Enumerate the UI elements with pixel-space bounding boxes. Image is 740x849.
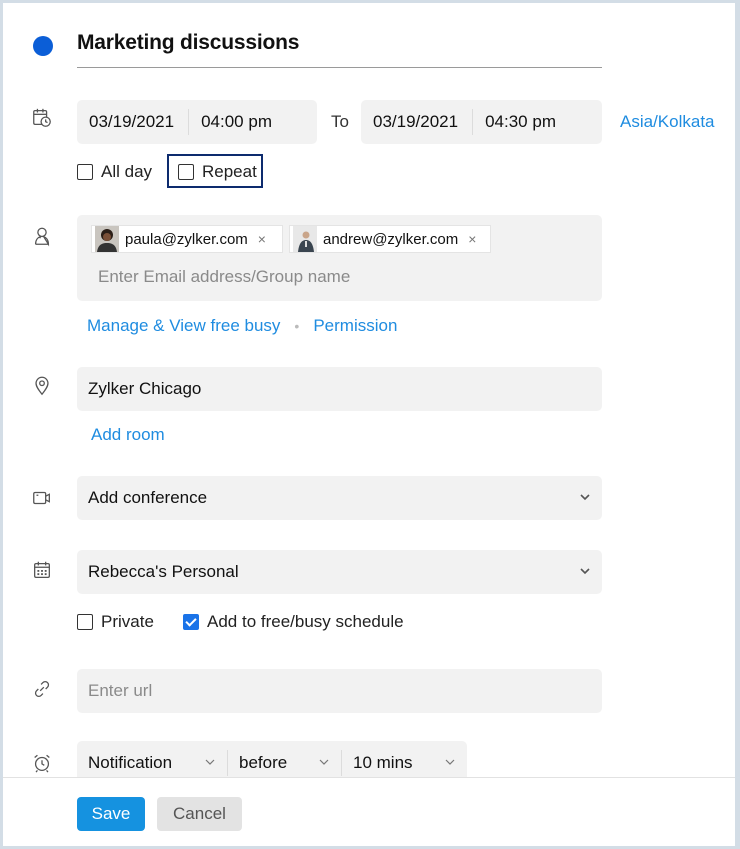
calendar-icon (31, 559, 55, 583)
end-date-input[interactable]: 03/19/2021 (361, 112, 472, 132)
reminder-type-value: Notification (88, 753, 173, 772)
conference-select[interactable]: Add conference (77, 476, 602, 520)
save-button[interactable]: Save (77, 797, 145, 831)
conference-value: Add conference (88, 488, 208, 507)
end-time-input[interactable]: 04:30 pm (473, 112, 570, 132)
timezone-link[interactable]: Asia/Kolkata (620, 112, 715, 132)
attendees-field[interactable]: paula@zylker.com × andrew@zylker.com × E… (77, 215, 602, 301)
url-placeholder: Enter url (88, 681, 153, 700)
checkbox-box[interactable] (77, 164, 93, 180)
calendar-clock-icon (31, 107, 55, 131)
chevron-down-icon (580, 567, 590, 577)
end-datetime-field: 03/19/2021 04:30 pm (361, 100, 602, 144)
url-input[interactable]: Enter url (77, 669, 602, 713)
all-day-label: All day (101, 162, 153, 181)
freebusy-checkbox[interactable]: Add to free/busy schedule (183, 612, 404, 632)
link-icon (31, 678, 55, 702)
event-editor-panel: Marketing discussions 03/19/2021 04:00 p… (3, 3, 735, 846)
reminder-relation-value: before (239, 753, 288, 772)
attendee-avatar (95, 226, 119, 252)
calendar-value: Rebecca's Personal (88, 562, 239, 581)
freebusy-label: Add to free/busy schedule (207, 612, 404, 631)
calendar-select[interactable]: Rebecca's Personal (77, 550, 602, 594)
checkbox-box-checked[interactable] (183, 614, 199, 630)
attendee-chip: andrew@zylker.com × (289, 225, 491, 253)
all-day-checkbox[interactable]: All day (77, 162, 152, 182)
remove-attendee-icon[interactable]: × (258, 231, 266, 247)
repeat-checkbox[interactable]: Repeat (178, 162, 257, 182)
chevron-down-icon (319, 758, 329, 768)
start-datetime-field: 03/19/2021 04:00 pm (77, 100, 317, 144)
attendee-links: Manage & View free busy • Permission (87, 316, 397, 336)
location-input[interactable]: Zylker Chicago (77, 367, 602, 411)
checkbox-box[interactable] (178, 164, 194, 180)
private-label: Private (101, 612, 154, 631)
attendee-chip: paula@zylker.com × (91, 225, 283, 253)
reminder-duration-value: 10 mins (353, 753, 413, 772)
start-time-input[interactable]: 04:00 pm (189, 112, 286, 132)
add-room-link[interactable]: Add room (91, 425, 165, 445)
cancel-button[interactable]: Cancel (157, 797, 242, 831)
person-icon (31, 225, 55, 249)
attendee-email: andrew@zylker.com (323, 230, 459, 248)
separator-dot: • (294, 318, 300, 334)
video-camera-icon (31, 487, 55, 511)
to-label: To (331, 112, 349, 131)
remove-attendee-icon[interactable]: × (468, 231, 476, 247)
attendee-email: paula@zylker.com (125, 230, 248, 248)
event-title-input[interactable]: Marketing discussions (77, 31, 299, 55)
title-underline (77, 67, 602, 68)
event-color-dot[interactable] (33, 36, 53, 56)
private-checkbox[interactable]: Private (77, 612, 154, 632)
location-pin-icon (31, 375, 55, 399)
chevron-down-icon (445, 758, 455, 768)
footer-divider (3, 777, 735, 778)
permission-link[interactable]: Permission (313, 316, 397, 336)
attendee-avatar (293, 226, 317, 252)
repeat-label: Repeat (202, 162, 257, 181)
checkbox-box[interactable] (77, 614, 93, 630)
manage-free-busy-link[interactable]: Manage & View free busy (87, 316, 280, 336)
chevron-down-icon (205, 758, 215, 768)
alarm-clock-icon (31, 752, 55, 776)
start-date-input[interactable]: 03/19/2021 (77, 112, 188, 132)
location-value: Zylker Chicago (88, 379, 202, 398)
chevron-down-icon (580, 493, 590, 503)
attendee-input-placeholder[interactable]: Enter Email address/Group name (98, 267, 350, 287)
